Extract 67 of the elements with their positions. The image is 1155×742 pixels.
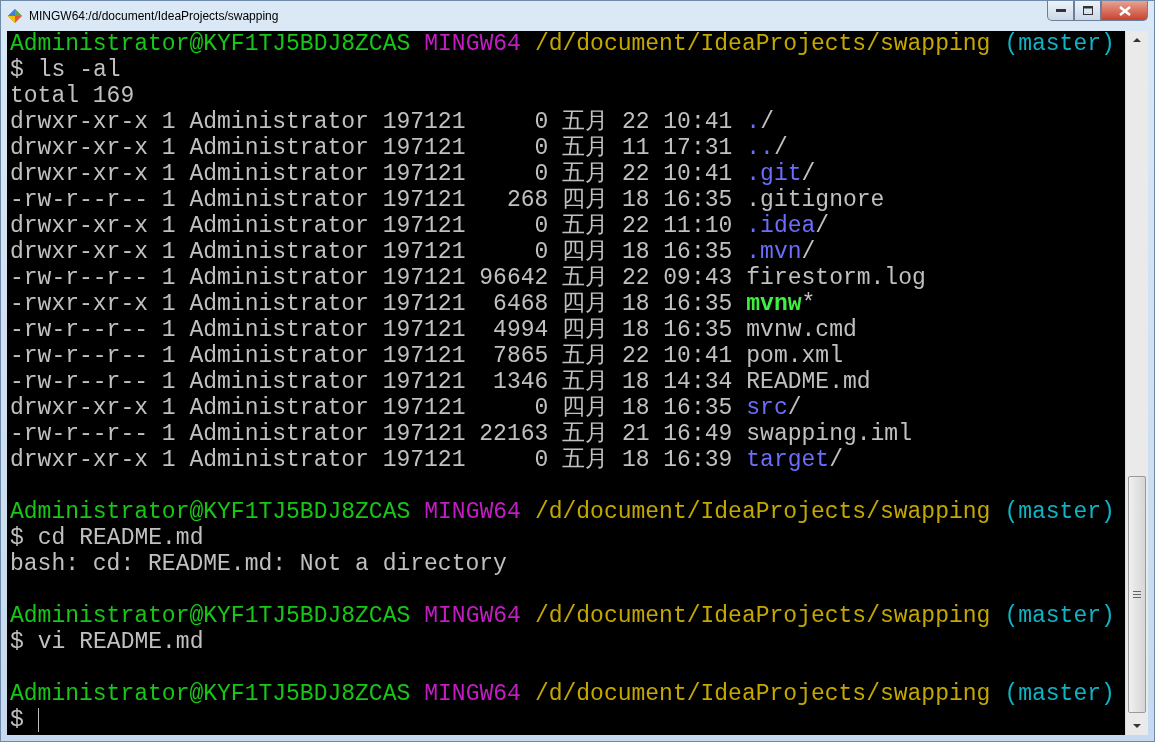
minimize-icon	[1055, 8, 1066, 13]
file-info-text: drwxr-xr-x 1 Administrator 197121 0 五月 11 17:31	[10, 135, 733, 161]
minimize-button[interactable]	[1047, 1, 1074, 21]
branch-text: (master)	[1004, 681, 1115, 707]
command-text: cd README.md	[37, 525, 204, 551]
file-info-text: -rwxr-xr-x 1 Administrator 197121 6468 四月 18 16:35	[10, 291, 733, 317]
close-icon	[1118, 5, 1131, 16]
file-info-text: -rw-r--r-- 1 Administrator 197121 22163 五月 21 16:49	[10, 421, 733, 447]
file-name: pom.xml	[746, 343, 843, 369]
path-text: /d/document/IdeaProjects/swapping	[534, 31, 991, 57]
file-name: .mvn/	[746, 239, 816, 265]
prompt-symbol: $	[10, 629, 24, 655]
user-host-text: Administrator@KYF1TJ5BDJ8ZCAS	[10, 603, 411, 629]
file-info-text: drwxr-xr-x 1 Administrator 197121 0 五月 22 10:41	[10, 161, 733, 187]
user-host-text: Administrator@KYF1TJ5BDJ8ZCAS	[10, 499, 411, 525]
user-host-text: Administrator@KYF1TJ5BDJ8ZCAS	[10, 681, 411, 707]
output-text: bash: cd: README.md: Not a directory	[10, 551, 507, 577]
file-name: swapping.iml	[746, 421, 912, 447]
branch-text: (master)	[1004, 603, 1115, 629]
file-info-text: -rw-r--r-- 1 Administrator 197121 7865 五月 22 10:41	[10, 343, 733, 369]
maximize-icon	[1082, 6, 1093, 15]
file-name: target/	[746, 447, 843, 473]
file-name: README.md	[746, 369, 871, 395]
file-info-text: drwxr-xr-x 1 Administrator 197121 0 四月 18 16:35	[10, 395, 733, 421]
scroll-thumb[interactable]	[1128, 476, 1146, 713]
file-info-text: drwxr-xr-x 1 Administrator 197121 0 五月 22 11:10	[10, 213, 733, 239]
path-text: /d/document/IdeaProjects/swapping	[534, 499, 991, 525]
window-title: MINGW64:/d/document/IdeaProjects/swapping	[29, 9, 279, 23]
path-text: /d/document/IdeaProjects/swapping	[534, 681, 991, 707]
scrollbar[interactable]	[1125, 31, 1148, 735]
file-name: .idea/	[746, 213, 830, 239]
prompt-symbol: $	[10, 57, 24, 83]
down-arrow-icon	[1133, 724, 1141, 728]
file-name: ./	[746, 109, 774, 135]
file-info-text: -rw-r--r-- 1 Administrator 197121 4994 四月 18 16:35	[10, 317, 733, 343]
file-info-text: drwxr-xr-x 1 Administrator 197121 0 五月 22 10:41	[10, 109, 733, 135]
text-cursor	[37, 708, 39, 732]
file-info-text: -rw-r--r-- 1 Administrator 197121 1346 五月 18 14:34	[10, 369, 733, 395]
prompt-symbol: $	[10, 707, 24, 733]
file-info-text: drwxr-xr-x 1 Administrator 197121 0 四月 18 16:35	[10, 239, 733, 265]
system-name-text: MINGW64	[424, 603, 521, 629]
file-name: .git/	[746, 161, 816, 187]
user-host-text: Administrator@KYF1TJ5BDJ8ZCAS	[10, 31, 411, 57]
file-name: ../	[746, 135, 788, 161]
file-info-text: -rw-r--r-- 1 Administrator 197121 96642 五月 22 09:43	[10, 265, 733, 291]
up-arrow-icon	[1133, 38, 1141, 42]
system-name-text: MINGW64	[424, 31, 521, 57]
command-text: vi README.md	[37, 629, 204, 655]
app-icon	[7, 8, 23, 24]
prompt-symbol: $	[10, 525, 24, 551]
file-info-text: -rw-r--r-- 1 Administrator 197121 268 四月 18 16:35	[10, 187, 733, 213]
maximize-button[interactable]	[1074, 1, 1101, 21]
branch-text: (master)	[1004, 31, 1115, 57]
file-name: mvnw.cmd	[746, 317, 857, 343]
system-name-text: MINGW64	[424, 499, 521, 525]
file-name: .gitignore	[746, 187, 885, 213]
output-text: total 169	[10, 83, 135, 109]
branch-text: (master)	[1004, 499, 1115, 525]
system-name-text: MINGW64	[424, 681, 521, 707]
path-text: /d/document/IdeaProjects/swapping	[534, 603, 991, 629]
close-button[interactable]	[1101, 1, 1148, 21]
file-info-text: drwxr-xr-x 1 Administrator 197121 0 五月 18 16:39	[10, 447, 733, 473]
file-name: firestorm.log	[746, 265, 926, 291]
command-text: ls -al	[37, 57, 121, 83]
file-name: mvnw*	[746, 291, 816, 317]
grip-icon	[1133, 591, 1141, 598]
file-name: src/	[746, 395, 802, 421]
